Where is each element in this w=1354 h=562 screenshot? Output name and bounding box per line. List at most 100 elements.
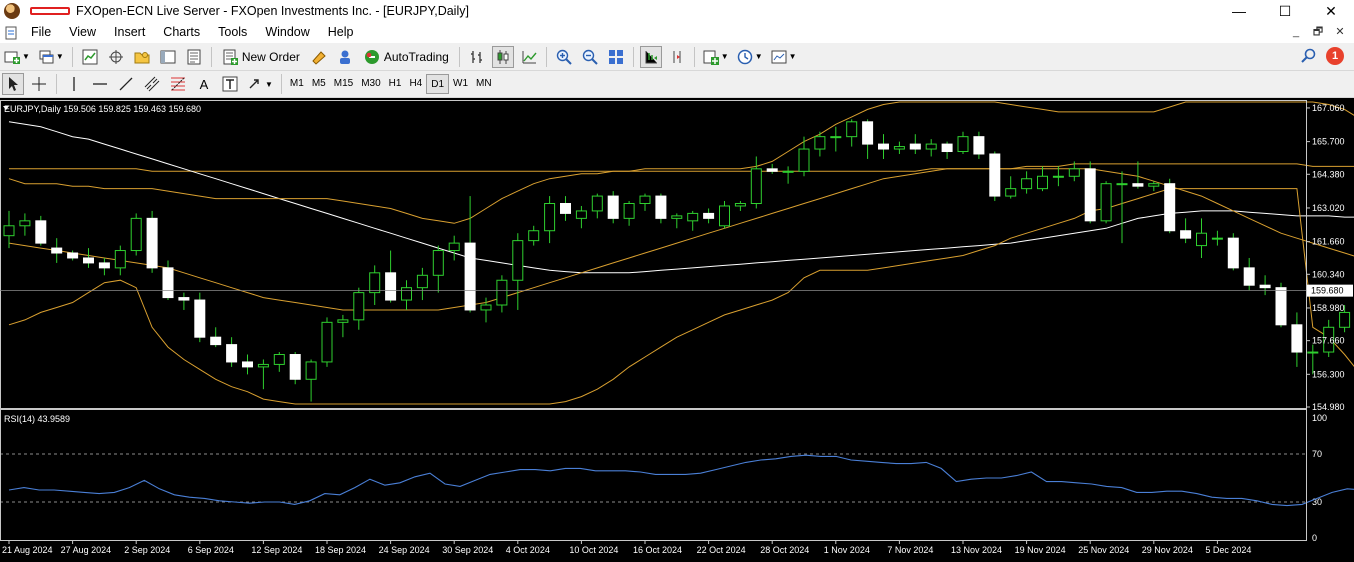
menu-view[interactable]: View xyxy=(60,22,105,43)
candle-body-bullish xyxy=(401,287,412,301)
candle-body-bullish xyxy=(432,250,444,276)
candle-body-bullish xyxy=(3,225,15,237)
standard-toolbar: ▼ ▼ New Order AutoTrading ▼ ▼ ▼ 1 xyxy=(0,43,1354,71)
candle-body-bearish xyxy=(226,344,238,363)
candle-body-bearish xyxy=(83,257,94,264)
crosshair-icon xyxy=(32,77,46,91)
arrows-button[interactable]: ▼ xyxy=(245,73,275,95)
timeframe-h4[interactable]: H4 xyxy=(405,74,426,94)
chart-window[interactable]: 100 70 30 0 167.060 165.700 164.380 163.020 161… xyxy=(0,98,1354,562)
channel-button[interactable] xyxy=(141,73,163,95)
date-tick-label: 19 Nov 2024 xyxy=(1015,545,1066,555)
candle-body-bullish xyxy=(1005,188,1017,197)
chart-shift-button[interactable] xyxy=(666,46,688,68)
bar-chart-button[interactable] xyxy=(466,46,488,68)
candle-body-bullish xyxy=(639,195,651,205)
close-button[interactable]: ✕ xyxy=(1308,0,1354,22)
profiles-button[interactable]: ▼ xyxy=(36,46,66,68)
price-tick-label: 158.980 xyxy=(1312,303,1345,313)
tile-windows-button[interactable] xyxy=(605,46,627,68)
menu-tools[interactable]: Tools xyxy=(209,22,256,43)
notification-badge[interactable]: 1 xyxy=(1326,47,1344,65)
horizontal-line-button[interactable] xyxy=(89,73,111,95)
chart-canvas[interactable]: 10070300 167.060165.700164.380163.020161… xyxy=(0,98,1354,562)
vertical-line-button[interactable] xyxy=(63,73,85,95)
indicators-button[interactable]: ▼ xyxy=(701,46,731,68)
fibonacci-button[interactable] xyxy=(167,73,189,95)
mdi-close-button[interactable]: ✕ xyxy=(1332,25,1348,39)
candle-body-bearish xyxy=(242,361,253,368)
overlay-line xyxy=(8,168,1354,311)
menu-insert[interactable]: Insert xyxy=(105,22,154,43)
candle-body-bullish xyxy=(496,279,508,306)
timeframe-mn[interactable]: MN xyxy=(472,74,496,94)
candle-body-bearish xyxy=(178,297,190,301)
new-chart-button[interactable]: ▼ xyxy=(2,46,32,68)
timeframe-w1[interactable]: W1 xyxy=(449,74,472,94)
market-watch-button[interactable] xyxy=(79,46,101,68)
candle-body-bullish xyxy=(1052,175,1064,178)
clock-icon xyxy=(737,49,752,64)
candle-body-bearish xyxy=(655,195,667,219)
text-button[interactable]: A xyxy=(193,73,215,95)
crosshair-button[interactable] xyxy=(28,73,50,95)
candle-body-bullish xyxy=(19,220,31,227)
timeframe-h1[interactable]: H1 xyxy=(385,74,406,94)
candle-body-bullish xyxy=(1339,311,1351,328)
templates-icon xyxy=(771,50,787,63)
timeframe-m30[interactable]: M30 xyxy=(357,74,384,94)
periods-button[interactable]: ▼ xyxy=(735,46,765,68)
line-chart-button[interactable] xyxy=(518,46,540,68)
zoom-out-button[interactable] xyxy=(579,46,601,68)
candle-body-bullish xyxy=(1116,183,1128,186)
cursor-button[interactable] xyxy=(2,73,24,95)
navigator-folder-icon xyxy=(134,51,150,63)
auto-scroll-button[interactable] xyxy=(639,45,662,68)
timeframe-d1[interactable]: D1 xyxy=(426,74,450,94)
mdi-restore-button[interactable]: 🗗 xyxy=(1310,25,1326,39)
candle-body-bearish xyxy=(67,252,79,259)
timeframe-m5[interactable]: M5 xyxy=(308,74,330,94)
app-logo-icon xyxy=(4,3,20,19)
candle-body-bullish xyxy=(846,121,858,138)
candle-body-bullish xyxy=(575,210,587,219)
new-order-button[interactable]: New Order xyxy=(218,46,304,68)
trendline-button[interactable] xyxy=(115,73,137,95)
price-tick-label: 157.660 xyxy=(1312,336,1345,346)
timeframe-m1[interactable]: M1 xyxy=(286,74,308,94)
signals-button[interactable] xyxy=(334,46,356,68)
candlestick-chart-button[interactable] xyxy=(491,45,514,68)
menu-charts[interactable]: Charts xyxy=(154,22,209,43)
cursor-arrow-icon xyxy=(9,77,18,91)
maximize-button[interactable]: ☐ xyxy=(1262,0,1308,22)
text-label-button[interactable] xyxy=(219,73,241,95)
candle-body-bullish xyxy=(925,143,937,150)
timeframe-m15[interactable]: M15 xyxy=(330,74,357,94)
candle-body-bullish xyxy=(798,148,810,172)
candlestick-icon xyxy=(497,49,509,64)
main-plot-frame xyxy=(0,100,1307,409)
zoom-in-button[interactable] xyxy=(553,46,575,68)
autotrading-button[interactable]: AutoTrading xyxy=(360,46,453,68)
candle-body-bullish xyxy=(750,168,762,205)
menu-help[interactable]: Help xyxy=(319,22,363,43)
mdi-minimize-button[interactable]: _ xyxy=(1288,25,1304,39)
templates-button[interactable]: ▼ xyxy=(769,46,799,68)
terminal-button[interactable] xyxy=(157,46,179,68)
market-watch-icon xyxy=(82,49,98,64)
candle-body-bullish xyxy=(480,304,492,311)
menu-file[interactable]: File xyxy=(22,22,60,43)
fibonacci-icon xyxy=(171,77,185,91)
candle-body-bearish xyxy=(878,143,889,150)
metaeditor-button[interactable] xyxy=(308,46,330,68)
title-bar: FXOpen-ECN Live Server - FXOpen Investme… xyxy=(0,0,1354,22)
search-icon[interactable] xyxy=(1300,48,1316,64)
navigator-button[interactable] xyxy=(131,46,153,68)
price-tick-label: 164.380 xyxy=(1312,169,1345,179)
minimize-button[interactable]: — xyxy=(1216,0,1262,22)
candle-body-bullish xyxy=(130,217,142,252)
strategy-tester-button[interactable] xyxy=(183,46,205,68)
data-window-button[interactable] xyxy=(105,46,127,68)
menu-window[interactable]: Window xyxy=(256,22,318,43)
candle-body-bearish xyxy=(909,143,921,150)
